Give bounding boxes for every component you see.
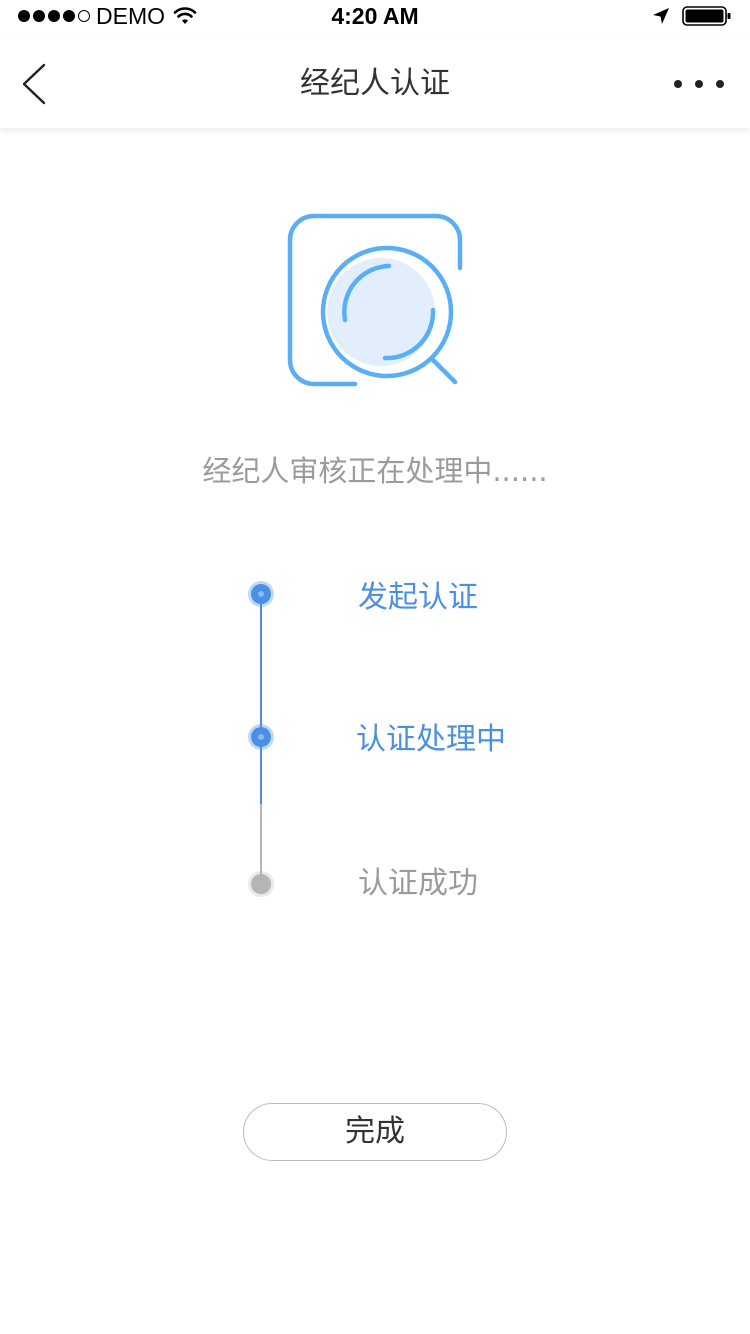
status-message: 经纪人审核正在处理中...... [202, 454, 548, 488]
nav-bar: 经纪人认证 [0, 40, 750, 128]
location-arrow-icon [653, 8, 669, 24]
back-button[interactable] [14, 62, 54, 106]
more-dot [674, 80, 682, 88]
search-review-icon [287, 213, 463, 387]
more-dot [695, 80, 703, 88]
status-bar-time: 4:20 AM [331, 3, 419, 29]
more-dot [716, 80, 724, 88]
step-dot-success [251, 874, 271, 894]
progress-line-pending [260, 804, 262, 884]
step-label-processing: 认证处理中 [356, 722, 506, 757]
more-options-button[interactable] [674, 70, 724, 98]
done-button[interactable]: 完成 [243, 1103, 507, 1161]
step-dot-initiate [251, 584, 271, 604]
battery-icon [682, 6, 731, 26]
step-dot-processing [251, 727, 271, 747]
step-label-initiate: 发起认证 [358, 580, 478, 615]
page-title: 经纪人认证 [300, 66, 450, 101]
chevron-left-icon [22, 63, 46, 105]
progress-line-active [260, 594, 262, 804]
status-bar-right [652, 0, 732, 32]
status-bar: DEMO 4:20 AM [0, 0, 750, 40]
step-label-success: 认证成功 [358, 866, 478, 901]
